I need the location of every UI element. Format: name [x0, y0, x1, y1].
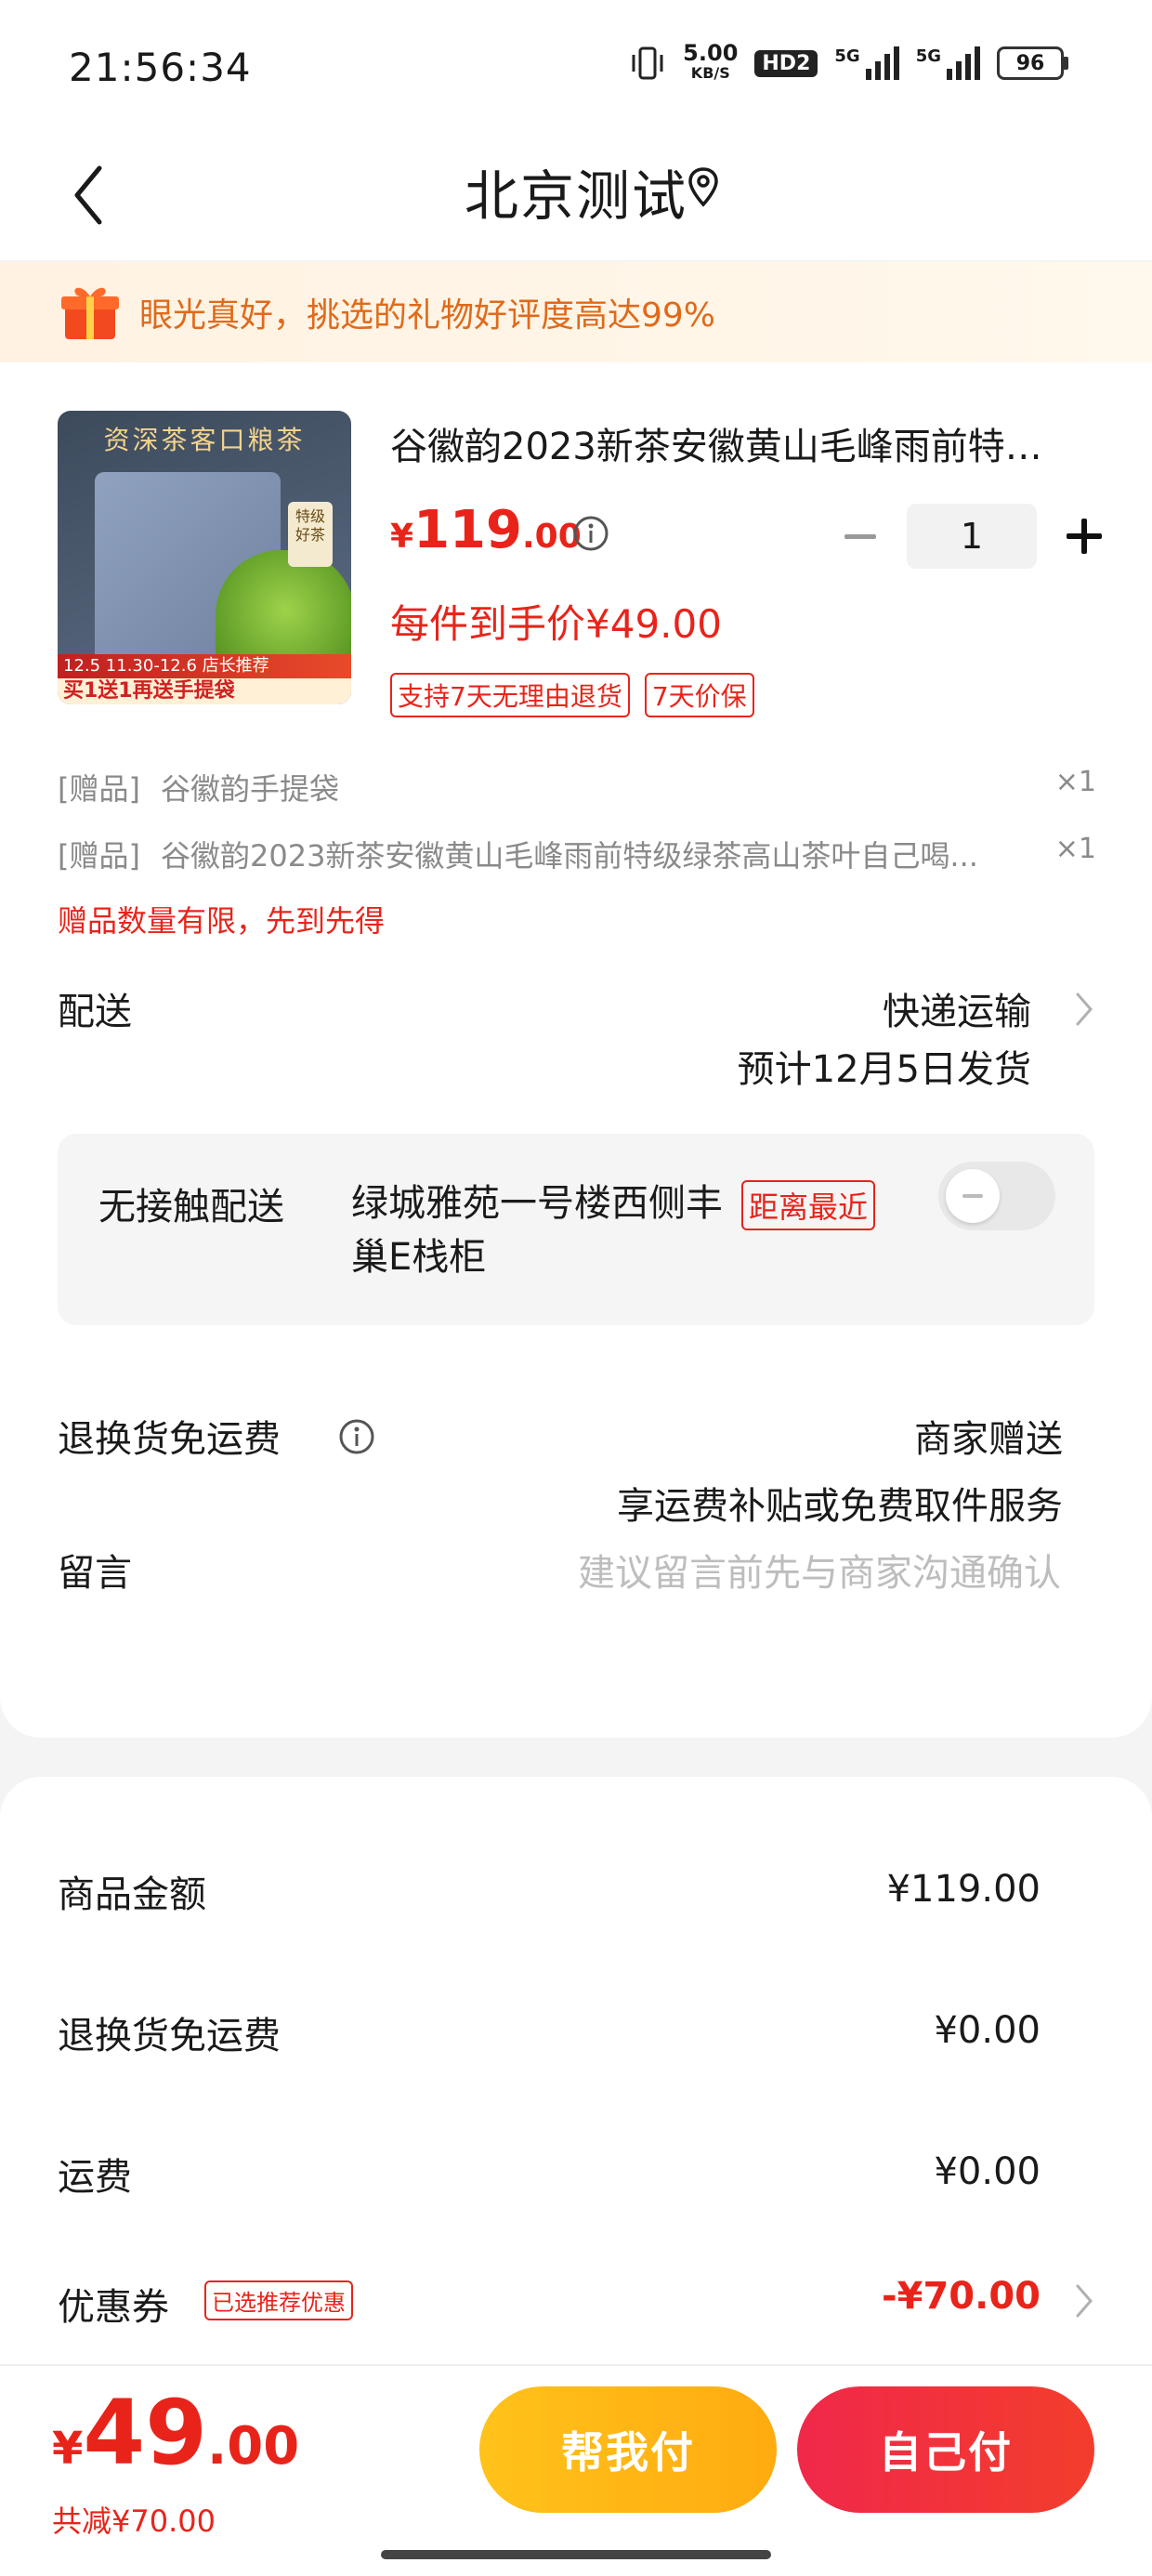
status-icons: 5.00 KB/S HD2 5G 5G 96	[629, 40, 1068, 84]
coupon-value[interactable]: -¥70.00	[882, 2275, 1041, 2318]
contactless-toggle[interactable]	[938, 1162, 1055, 1230]
chevron-right-icon[interactable]	[1074, 2282, 1094, 2320]
signal-icon-2: 5G	[916, 46, 980, 80]
hd-badge: HD2	[754, 49, 818, 77]
quantity-value[interactable]: 1	[907, 504, 1037, 569]
service-tag-price-protect: 7天价保	[644, 673, 754, 717]
image-tag-store: 12.5 11.30-12.6 店长推荐	[58, 654, 351, 678]
battery-icon: 96	[997, 46, 1068, 80]
network-label-2: 5G	[915, 46, 941, 66]
quantity-decrease-button[interactable]	[832, 508, 888, 564]
product-image[interactable]: 资深茶客口粮茶 特级 好茶 12.5 11.30-12.6 店长推荐 买1送1再…	[58, 411, 351, 704]
price-integer: 119	[413, 500, 522, 560]
toggle-knob	[946, 1169, 1000, 1223]
message-input[interactable]: 建议留言前先与商家沟通确认	[578, 1543, 1061, 1597]
return-shipping-note: 享运费补贴或免费取件服务	[617, 1485, 1063, 1528]
help-pay-button[interactable]: 帮我付	[479, 2386, 777, 2513]
price-info-icon[interactable]	[572, 515, 609, 552]
battery-level: 96	[997, 46, 1064, 80]
status-time: 21:56:34	[69, 45, 252, 90]
signal-icon-1: 5G	[834, 46, 899, 80]
gift-icon	[61, 287, 119, 339]
gift-item: [赠品] 谷徽韵2023新茶安徽黄山毛峰雨前特级绿茶高山茶叶自己喝... ×1	[58, 833, 1096, 875]
pickup-address: 绿城雅苑一号楼西侧丰巢E栈柜	[351, 1182, 723, 1279]
total-integer: 49	[83, 2381, 207, 2485]
gift-label: [赠品]	[58, 838, 140, 874]
promo-text: 眼光真好，挑选的礼物好评度高达99%	[139, 296, 716, 335]
product-price: ¥ 119 .00	[390, 500, 582, 560]
price-currency: ¥	[390, 518, 414, 556]
page-title: 北京测试	[464, 164, 687, 228]
vibrate-icon	[632, 46, 663, 80]
quantity-increase-button[interactable]	[1055, 508, 1111, 564]
unit-final-price: 每件到手价¥49.00	[390, 601, 722, 647]
summary-label-shipping: 运费	[58, 2156, 132, 2199]
nearest-badge: 距离最近	[741, 1180, 876, 1230]
gift-item: [赠品] 谷徽韵手提袋 ×1	[58, 766, 1096, 808]
message-label: 留言	[58, 1552, 132, 1595]
product-title[interactable]: 谷徽韵2023新茶安徽黄山毛峰雨前特级绿茶高山茶叶自己喝	[390, 416, 1078, 470]
product-image-title: 资深茶客口粮茶	[103, 425, 306, 455]
return-shipping-value: 商家赠送	[914, 1418, 1063, 1461]
delivery-date: 预计12月5日发货	[737, 1048, 1031, 1091]
net-speed-unit: KB/S	[690, 64, 730, 82]
self-pay-button[interactable]: 自己付	[797, 2386, 1094, 2513]
delivery-label: 配送	[58, 991, 132, 1033]
coupon-tag: 已选推荐优惠	[204, 2280, 353, 2320]
badge-line-2: 好茶	[295, 526, 325, 544]
coupon-label: 优惠券	[58, 2286, 169, 2329]
location-pin-icon[interactable]	[684, 162, 723, 217]
summary-label-return: 退换货免运费	[58, 2015, 281, 2057]
total-currency: ¥	[52, 2423, 84, 2475]
quantity-stepper: 1	[832, 504, 1111, 569]
total-decimal: .00	[207, 2416, 300, 2477]
product-image-tags: 12.5 11.30-12.6 店长推荐 买1送1再送手提袋	[58, 654, 351, 704]
gift-note: 赠品数量有限，先到先得	[58, 903, 386, 939]
checkout-bar: ¥ 49 .00 共减¥70.00 帮我付 自己付	[0, 2364, 1152, 2576]
network-label-1: 5G	[834, 46, 860, 66]
total-price: ¥ 49 .00	[52, 2381, 299, 2485]
service-tag-return: 支持7天无理由退货	[390, 673, 630, 717]
promo-banner: 眼光真好，挑选的礼物好评度高达99%	[0, 262, 1152, 362]
chevron-right-icon[interactable]	[1074, 991, 1094, 1028]
home-indicator[interactable]	[381, 2550, 771, 2559]
gift-qty: ×1	[1054, 766, 1096, 798]
status-bar: 21:56:34 5.00 KB/S HD2 5G 5G 96	[0, 0, 1152, 130]
contactless-delivery-panel: 无接触配送 绿城雅苑一号楼西侧丰巢E栈柜 距离最近	[58, 1134, 1094, 1325]
return-info-icon[interactable]	[338, 1418, 375, 1455]
product-image-badge: 特级 好茶	[288, 502, 333, 567]
contactless-label: 无接触配送	[98, 1186, 284, 1229]
summary-value-goods: ¥119.00	[886, 1868, 1041, 1911]
net-speed-value: 5.00	[683, 40, 739, 66]
summary-value-shipping: ¥0.00	[934, 2150, 1041, 2193]
gift-name: 谷徽韵手提袋	[160, 771, 339, 807]
badge-line-1: 特级	[295, 507, 325, 525]
return-shipping-label: 退换货免运费	[58, 1418, 281, 1461]
service-tags: 支持7天无理由退货 7天价保	[390, 673, 754, 717]
net-speed: 5.00 KB/S	[683, 40, 739, 84]
gift-qty: ×1	[1054, 833, 1096, 865]
delivery-method[interactable]: 快递运输	[883, 981, 1031, 1035]
header: 北京测试	[0, 130, 1152, 260]
order-card: 资深茶客口粮茶 特级 好茶 12.5 11.30-12.6 店长推荐 买1送1再…	[0, 362, 1152, 1738]
summary-label-goods: 商品金额	[58, 1873, 206, 1916]
total-discount: 共减¥70.00	[52, 2504, 216, 2539]
summary-value-return: ¥0.00	[934, 2009, 1041, 2052]
gift-name: 谷徽韵2023新茶安徽黄山毛峰雨前特级绿茶高山茶叶自己喝...	[160, 838, 978, 874]
tea-leaf-graphic	[216, 550, 351, 671]
gift-label: [赠品]	[58, 771, 140, 807]
image-tag-offer: 买1送1再送手提袋	[58, 678, 351, 704]
